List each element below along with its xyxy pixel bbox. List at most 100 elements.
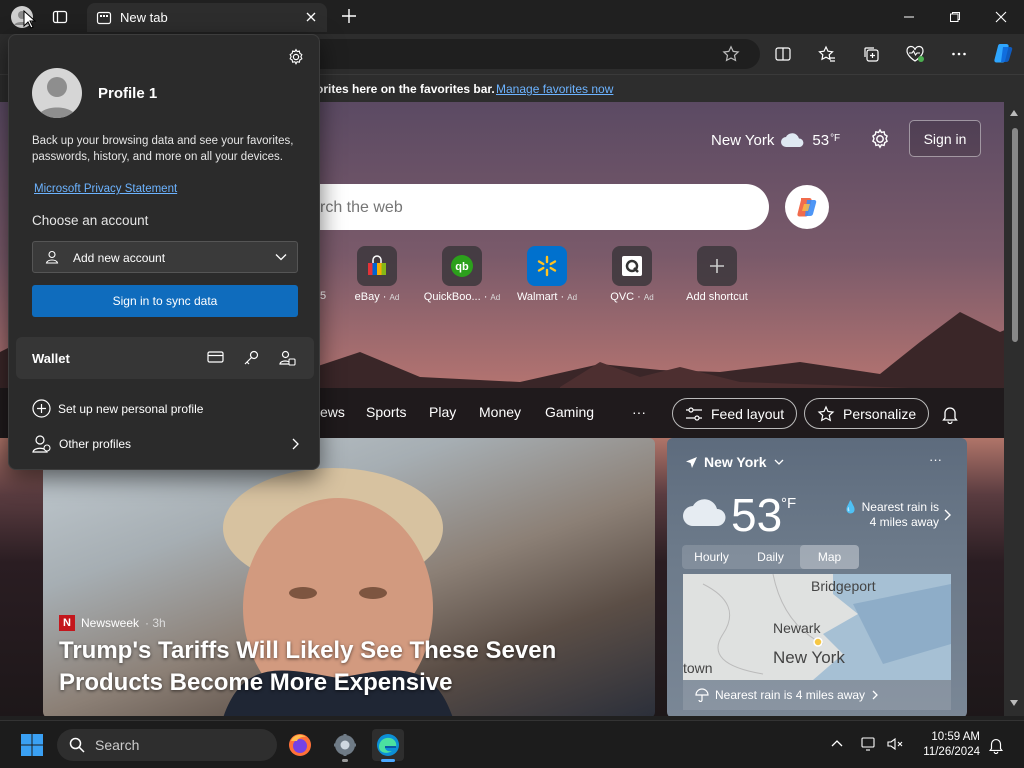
taskbar-clock[interactable]: 10:59 AM 11/26/2024: [916, 730, 980, 760]
cloud-icon: [781, 133, 804, 147]
weather-card[interactable]: New York ··· 53 °F 💧 Nearest rain is 4 m…: [667, 438, 967, 716]
tab-actions-button[interactable]: [48, 5, 72, 29]
shortcut-label: Walmart: [516, 291, 558, 303]
personal-info-icon[interactable]: [279, 350, 296, 366]
volume-muted-icon[interactable]: [886, 735, 904, 753]
map-label-newark: Newark: [773, 620, 821, 636]
collections-button[interactable]: [860, 43, 882, 65]
network-icon[interactable]: [860, 735, 878, 753]
password-key-icon[interactable]: [243, 350, 260, 366]
favorite-star-button[interactable]: [720, 43, 742, 65]
header-weather[interactable]: New York 53 °F: [711, 131, 840, 149]
star-icon: [722, 45, 740, 62]
weather-more-button[interactable]: ···: [929, 452, 942, 467]
new-tab-button[interactable]: [338, 5, 360, 27]
show-hidden-icons-button[interactable]: [830, 737, 844, 749]
settings-more-button[interactable]: [948, 43, 970, 65]
weather-map[interactable]: Bridgeport Newark New York town: [683, 574, 951, 680]
notification-center-button[interactable]: [987, 736, 1005, 754]
address-bar[interactable]: [300, 39, 760, 69]
shortcut-quickbooks[interactable]: qb QuickBoo... · Ad: [421, 246, 503, 303]
weather-temperature: 53: [731, 489, 783, 541]
account-select[interactable]: Add new account: [32, 241, 298, 273]
wallet-section[interactable]: Wallet: [16, 337, 314, 379]
copilot-search-button[interactable]: [785, 185, 829, 229]
feed-tab-news[interactable]: ews: [320, 404, 345, 420]
location-arrow-icon: [686, 456, 697, 468]
chevron-right-icon: [944, 509, 951, 521]
payment-card-icon[interactable]: [207, 350, 224, 364]
weather-tab-map[interactable]: Map: [800, 545, 859, 569]
profile-settings-button[interactable]: [287, 48, 305, 66]
header-temperature: 53: [812, 131, 830, 149]
taskbar: Search 10:59 AM 11/26/2024: [0, 720, 1024, 768]
walmart-icon: [537, 255, 557, 277]
notifications-button[interactable]: [940, 404, 960, 424]
favorites-icon: [818, 45, 835, 62]
personalize-button[interactable]: Personalize: [804, 398, 930, 429]
feed-tab-money[interactable]: Money: [479, 404, 521, 420]
weather-tab-daily[interactable]: Daily: [741, 545, 800, 569]
weather-tab-hourly[interactable]: Hourly: [682, 545, 741, 569]
taskbar-search[interactable]: Search: [57, 729, 277, 761]
add-shortcut-button[interactable]: Add shortcut: [676, 246, 758, 303]
bell-icon: [988, 739, 1004, 754]
web-search-input[interactable]: rch the web: [270, 184, 769, 230]
news-age: · 3h: [145, 616, 166, 630]
sign-in-sync-button[interactable]: Sign in to sync data: [32, 285, 298, 317]
split-screen-button[interactable]: [772, 43, 794, 65]
other-profiles-label: Other profiles: [59, 437, 132, 451]
scroll-thumb[interactable]: [1012, 128, 1018, 342]
other-profiles-button[interactable]: Other profiles: [32, 434, 300, 454]
header-temp-unit: °F: [830, 132, 841, 144]
shortcut-walmart[interactable]: Walmart · Ad: [506, 246, 588, 303]
copilot-icon: [797, 198, 817, 217]
minimize-button[interactable]: [886, 0, 932, 34]
feed-tab-play[interactable]: Play: [429, 404, 456, 420]
nearest-rain-bar[interactable]: Nearest rain is 4 miles away: [683, 680, 951, 710]
page-scrollbar[interactable]: [1004, 102, 1024, 716]
title-bar: New tab: [0, 0, 1024, 34]
close-tab-icon[interactable]: [304, 10, 318, 24]
shortcut-qvc[interactable]: QVC · Ad: [591, 246, 673, 303]
news-card[interactable]: N Newsweek · 3h Trump's Tariffs Will Lik…: [43, 438, 655, 716]
settings-taskbar-button[interactable]: [329, 729, 361, 762]
svg-text:qb: qb: [455, 261, 469, 273]
weather-unit: °F: [781, 495, 797, 512]
weather-location-selector[interactable]: New York: [685, 454, 785, 470]
feed-tab-sports[interactable]: Sports: [366, 404, 406, 420]
start-button[interactable]: [16, 729, 48, 761]
tab-new-tab[interactable]: New tab: [87, 3, 327, 32]
scroll-up-icon[interactable]: [1010, 110, 1018, 116]
close-window-button[interactable]: [978, 0, 1024, 34]
copilot-sidebar-button[interactable]: [990, 40, 1016, 66]
browser-essentials-button[interactable]: [904, 43, 926, 65]
manage-favorites-link[interactable]: Manage favorites now: [496, 82, 613, 96]
privacy-statement-link[interactable]: Microsoft Privacy Statement: [34, 183, 177, 195]
feed-tab-gaming[interactable]: Gaming: [545, 404, 594, 420]
restore-button[interactable]: [932, 0, 978, 34]
shortcut-ebay[interactable]: eBay · Ad: [336, 246, 418, 303]
firefox-taskbar-button[interactable]: [284, 729, 316, 761]
weather-rain-note[interactable]: 💧 Nearest rain is 4 miles away: [835, 500, 939, 530]
scroll-down-icon[interactable]: [1010, 700, 1018, 706]
shortcut-label: eBay: [354, 291, 380, 303]
chevron-right-icon: [292, 438, 299, 450]
chevron-right-icon: [872, 690, 878, 700]
edge-icon: [377, 734, 399, 756]
news-headline[interactable]: Trump's Tariffs Will Likely See These Se…: [59, 635, 649, 699]
ad-badge: Ad: [567, 293, 578, 302]
page-sign-in-button[interactable]: Sign in: [909, 120, 981, 157]
close-icon: [995, 11, 1007, 23]
quickbooks-icon: qb: [451, 255, 473, 277]
new-profile-button[interactable]: Set up new personal profile: [32, 399, 203, 418]
bell-icon: [942, 407, 958, 424]
page-settings-button[interactable]: [869, 128, 891, 150]
person-icon: [45, 250, 59, 264]
feed-more-button[interactable]: ···: [632, 404, 646, 420]
edge-taskbar-button[interactable]: [372, 729, 404, 762]
settings-gear-icon: [334, 734, 356, 756]
ad-badge: Ad: [389, 293, 400, 302]
favorites-button[interactable]: [816, 43, 838, 65]
feed-layout-button[interactable]: Feed layout: [672, 398, 798, 429]
